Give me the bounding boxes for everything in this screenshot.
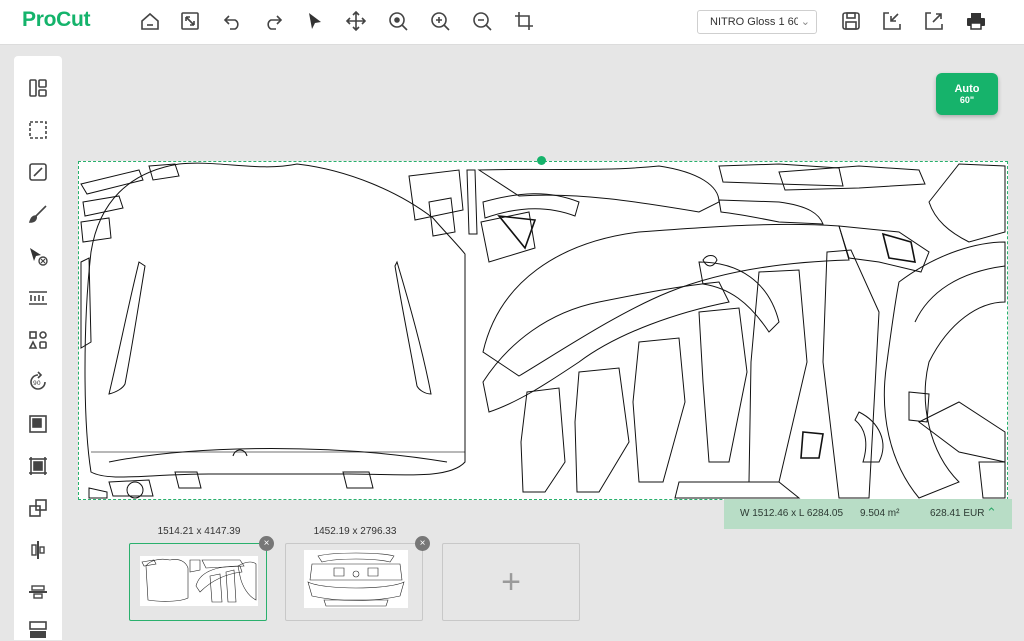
select-arrow-icon[interactable] — [304, 10, 326, 32]
crop-frame-icon[interactable] — [27, 455, 49, 477]
job-area: 9.504 m² — [860, 508, 900, 519]
distribute-icon[interactable] — [27, 581, 49, 603]
cutting-canvas[interactable] — [78, 161, 1008, 500]
layout-panels-icon[interactable] — [27, 77, 49, 99]
canvas-resize-handle[interactable] — [537, 156, 546, 165]
layer-icon[interactable] — [27, 413, 49, 435]
job-info-bar: W 1512.46 x L 6284.05 9.504 m² 628.41 EU… — [724, 499, 1012, 529]
import-icon[interactable] — [881, 10, 903, 32]
brush-icon[interactable] — [27, 203, 49, 225]
save-icon[interactable] — [840, 10, 862, 32]
align-bottom-icon[interactable] — [27, 619, 49, 641]
thumbnail-2-close-icon[interactable]: × — [415, 536, 430, 551]
material-select[interactable]: NITRO Gloss 1 60" ⌄ — [697, 10, 817, 34]
move-icon[interactable] — [345, 10, 367, 32]
thumbnail-2-preview — [304, 550, 408, 608]
zoom-fit-icon[interactable] — [387, 10, 409, 32]
print-icon[interactable] — [965, 10, 987, 32]
thumbnail-1-close-icon[interactable]: × — [259, 536, 274, 551]
ruler-icon[interactable] — [27, 287, 49, 309]
expand-chevron-icon[interactable]: ⌃ — [986, 505, 997, 521]
undo-icon[interactable] — [222, 10, 244, 32]
auto-button-width: 60" — [959, 95, 975, 105]
thumbnail-2[interactable]: × — [285, 536, 430, 621]
thumbnail-1-label: 1514.21 x 4147.39 — [157, 526, 241, 537]
redo-icon[interactable] — [262, 10, 284, 32]
zoom-in-icon[interactable] — [429, 10, 451, 32]
select-area-icon[interactable] — [27, 119, 49, 141]
thumbnail-1[interactable]: × — [129, 536, 274, 621]
add-sheet-button[interactable]: + — [442, 543, 580, 621]
thumbnail-2-label: 1452.19 x 2796.33 — [313, 526, 397, 537]
crop-icon[interactable] — [513, 10, 535, 32]
auto-nest-button[interactable]: Auto 60" — [936, 73, 998, 115]
vehicle-cut-pattern — [80, 162, 1006, 499]
chevron-down-icon: ⌄ — [797, 11, 810, 33]
fit-screen-icon[interactable] — [179, 10, 201, 32]
duplicate-icon[interactable] — [27, 497, 49, 519]
shapes-icon[interactable] — [27, 329, 49, 351]
material-select-value: NITRO Gloss 1 60" — [710, 16, 804, 28]
export-icon[interactable] — [923, 10, 945, 32]
top-toolbar: ProCut NITRO Gloss 1 60" ⌄ — [0, 0, 1024, 45]
edit-icon[interactable] — [27, 161, 49, 183]
rotate-90-icon[interactable]: 90 — [27, 371, 49, 393]
remove-cursor-icon[interactable] — [27, 245, 49, 267]
auto-button-label: Auto — [954, 83, 980, 95]
align-center-icon[interactable] — [27, 539, 49, 561]
zoom-out-icon[interactable] — [471, 10, 493, 32]
job-dimensions: W 1512.46 x L 6284.05 — [740, 508, 844, 519]
job-price: 628.41 EUR — [930, 508, 985, 519]
left-toolbar: 90 — [14, 56, 62, 640]
home-icon[interactable] — [139, 10, 161, 32]
svg-text:90: 90 — [33, 380, 41, 387]
app-logo: ProCut — [22, 8, 91, 31]
thumbnail-1-preview — [140, 556, 258, 606]
